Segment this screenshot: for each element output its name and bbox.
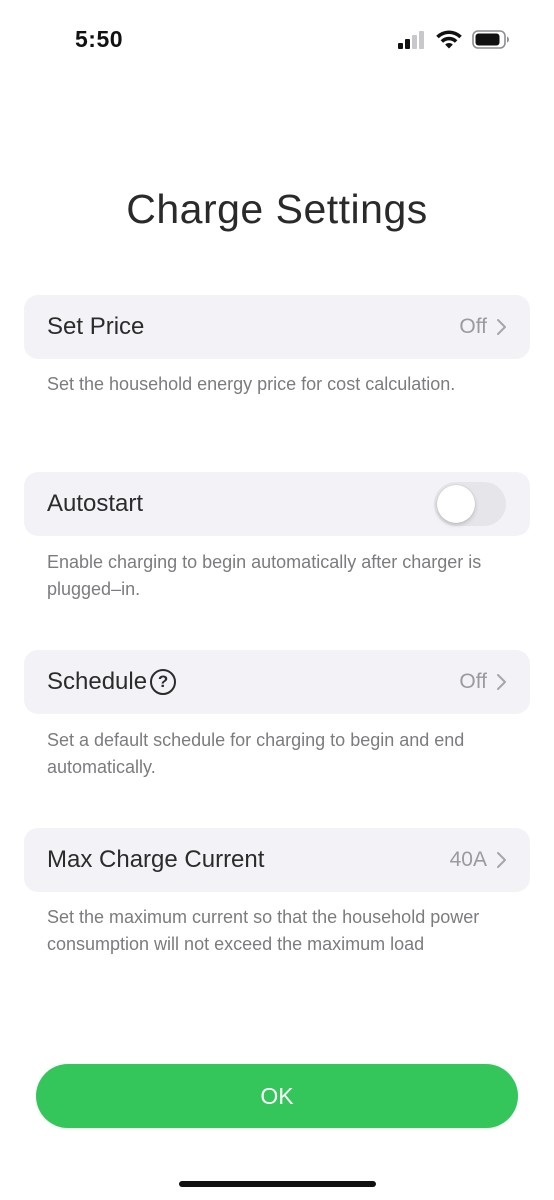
set-price-value: Off xyxy=(459,315,487,338)
max-charge-current-row[interactable]: Max Charge Current 40A xyxy=(24,828,530,892)
help-icon[interactable]: ? xyxy=(150,669,177,695)
status-time: 5:50 xyxy=(75,26,124,52)
schedule-description: Set a default schedule for charging to b… xyxy=(47,730,465,777)
max-charge-current-value: 40A xyxy=(449,848,487,871)
page-title: Charge Settings xyxy=(126,186,428,232)
set-price-value-group: Off xyxy=(459,315,507,339)
set-price-row[interactable]: Set Price Off xyxy=(24,295,530,359)
schedule-value: Off xyxy=(459,670,487,693)
schedule-value-group: Off xyxy=(459,670,507,694)
wifi-icon xyxy=(436,30,462,49)
set-price-description: Set the household energy price for cost … xyxy=(47,374,456,394)
set-price-label: Set Price xyxy=(47,313,145,340)
schedule-row[interactable]: Schedule ? Off xyxy=(24,650,530,714)
battery-icon xyxy=(472,30,510,49)
max-charge-current-description: Set the maximum current so that the hous… xyxy=(47,907,480,954)
status-bar: 5:50 xyxy=(0,0,554,84)
schedule-label: Schedule xyxy=(47,668,148,695)
schedule-label-group: Schedule ? xyxy=(47,668,177,696)
chevron-right-icon xyxy=(497,319,506,335)
chevron-right-icon xyxy=(497,852,506,868)
max-charge-current-value-group: 40A xyxy=(450,848,507,872)
chevron-right-icon xyxy=(497,674,506,690)
toggle-knob xyxy=(437,485,475,523)
cellular-signal-icon xyxy=(398,30,426,49)
home-indicator xyxy=(179,1181,376,1187)
autostart-description: Enable charging to begin automatically a… xyxy=(47,552,482,599)
autostart-row: Autostart xyxy=(24,472,530,536)
status-icons xyxy=(398,30,510,49)
ok-button[interactable]: OK xyxy=(36,1064,518,1128)
autostart-label: Autostart xyxy=(47,490,144,517)
max-charge-current-label: Max Charge Current xyxy=(47,846,265,873)
charge-settings-screen: 5:50 Charge Settings Set Price Off Set t… xyxy=(0,0,554,1200)
autostart-toggle[interactable] xyxy=(434,482,506,526)
